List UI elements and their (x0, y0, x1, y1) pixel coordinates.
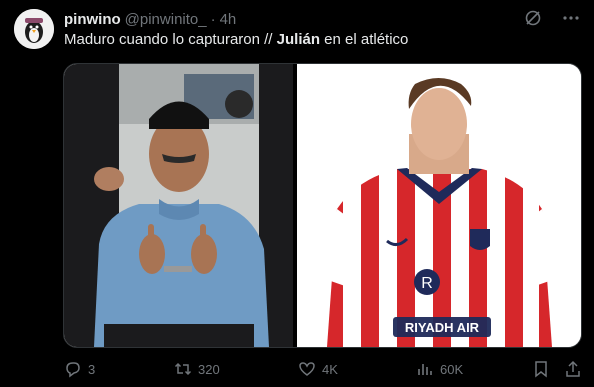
bookmark-button[interactable] (532, 360, 550, 378)
separator-dot: · (210, 10, 216, 28)
retweet-icon (174, 362, 192, 376)
retweet-count: 320 (198, 361, 220, 377)
tweet-text: Maduro cuando lo capturaron // Julián en… (64, 31, 408, 48)
tweet-text-part1: Maduro cuando lo capturaron // (64, 31, 277, 48)
more-icon[interactable] (562, 9, 580, 27)
like-button[interactable]: 4K (298, 360, 338, 378)
share-button[interactable] (564, 360, 582, 378)
media-image-right[interactable]: R RIYADH AIR (297, 64, 581, 347)
svg-text:R: R (421, 275, 433, 292)
action-bar: 3 320 4K 60K (64, 358, 580, 380)
media-image-left[interactable] (64, 64, 293, 347)
retweet-button[interactable]: 320 (174, 360, 220, 378)
timestamp[interactable]: 4h (220, 11, 237, 28)
media-grid: R RIYADH AIR (63, 63, 582, 348)
views-button[interactable]: 60K (416, 360, 463, 378)
user-handle[interactable]: @pinwinito_ (125, 11, 207, 28)
avatar[interactable] (14, 9, 54, 49)
tweet-text-bold: Julián (276, 31, 320, 48)
views-count: 60K (440, 361, 464, 377)
grok-icon[interactable] (524, 9, 542, 27)
share-icon (566, 360, 580, 377)
jersey-sponsor: RIYADH AIR (405, 320, 480, 335)
tweet-text-part2: en el atlético (320, 31, 409, 48)
reply-button[interactable]: 3 (64, 360, 95, 378)
reply-count: 3 (88, 361, 96, 377)
tweet-header: pinwino @pinwinito_ · 4h (64, 9, 580, 29)
views-icon (418, 364, 432, 375)
bookmark-icon (535, 361, 547, 378)
reply-icon (66, 362, 80, 378)
like-icon (299, 362, 315, 376)
display-name[interactable]: pinwino (64, 11, 121, 28)
like-count: 4K (322, 361, 338, 377)
